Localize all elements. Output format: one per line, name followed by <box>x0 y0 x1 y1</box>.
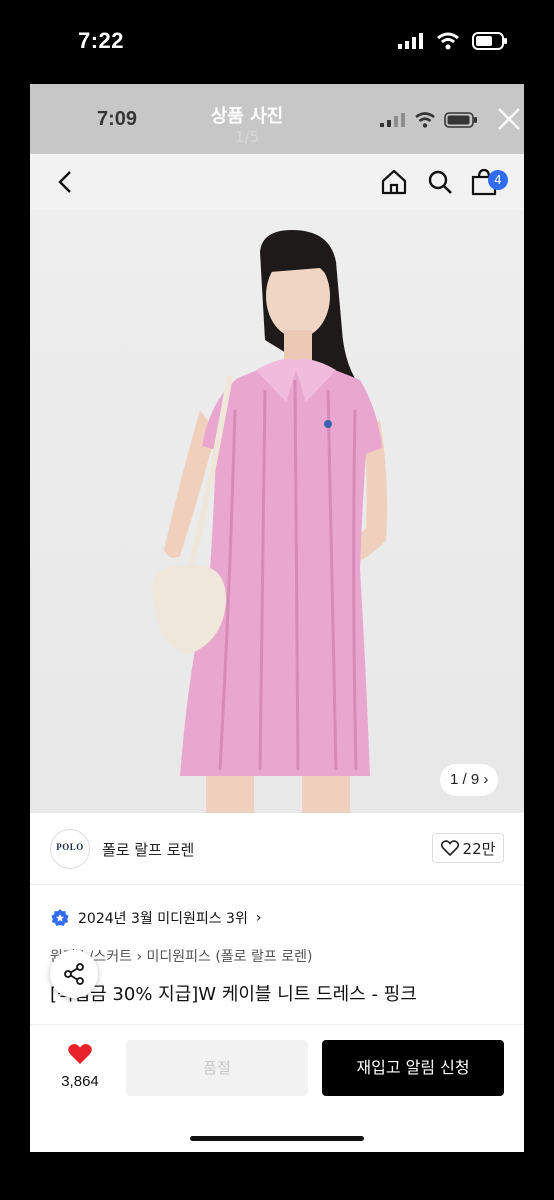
wishlist-button[interactable]: 3,864 <box>54 1043 106 1090</box>
signal-icon <box>398 33 423 49</box>
heart-filled-icon <box>68 1043 92 1064</box>
product-photo[interactable]: 1 / 9 › <box>30 210 524 813</box>
ranking-text: 2024년 3월 미디원피스 3위 <box>78 911 248 927</box>
ranking-medal-icon <box>51 909 69 926</box>
top-nav <box>30 154 524 210</box>
outer-status-icons <box>398 32 508 50</box>
model-photo-illustration <box>152 230 388 813</box>
purchase-bar: 3,864 품절 재입고 알림 신청 <box>30 1024 524 1152</box>
viewer-page-counter: 1/5 <box>234 128 260 146</box>
close-icon[interactable] <box>494 104 524 134</box>
brand-like-button[interactable]: 22만 <box>432 833 504 863</box>
product-title: [적립금 30% 지급]W 케이블 니트 드레스 - 핑크 <box>50 984 417 1005</box>
restock-alert-button[interactable]: 재입고 알림 신청 <box>322 1040 504 1096</box>
home-icon[interactable] <box>380 168 408 196</box>
brand-logo[interactable]: POLO <box>50 829 90 869</box>
outer-status-bar: 7:22 <box>0 0 554 84</box>
search-icon[interactable] <box>426 168 454 196</box>
soldout-button: 품절 <box>126 1040 308 1096</box>
share-button[interactable] <box>50 950 98 998</box>
viewer-title: 상품 사진 <box>210 106 284 127</box>
brand-like-count: 22만 <box>462 839 496 858</box>
heart-outline-icon <box>440 840 459 856</box>
product-screen: 7:09 4 1 / 9 › POLO 폴로 랄프 로렌 22만 2024년 3… <box>30 84 524 1152</box>
home-indicator[interactable] <box>190 1136 364 1141</box>
ranking-row[interactable]: 2024년 3월 미디원피스 3위 › <box>50 904 261 932</box>
wishlist-count: 3,864 <box>61 1073 99 1090</box>
brand-row: POLO 폴로 랄프 로렌 22만 <box>30 813 524 885</box>
brand-logo-text: POLO <box>56 842 84 852</box>
share-icon <box>64 963 84 985</box>
brand-name[interactable]: 폴로 랄프 로렌 <box>102 839 194 860</box>
cart-count-badge: 4 <box>488 170 508 190</box>
image-pager[interactable]: 1 / 9 › <box>440 764 499 796</box>
chevron-right-icon: › <box>255 910 262 926</box>
wifi-icon <box>437 32 459 50</box>
battery-icon <box>472 32 507 50</box>
back-arrow-icon[interactable] <box>52 168 80 196</box>
outer-clock: 7:22 <box>78 28 125 53</box>
